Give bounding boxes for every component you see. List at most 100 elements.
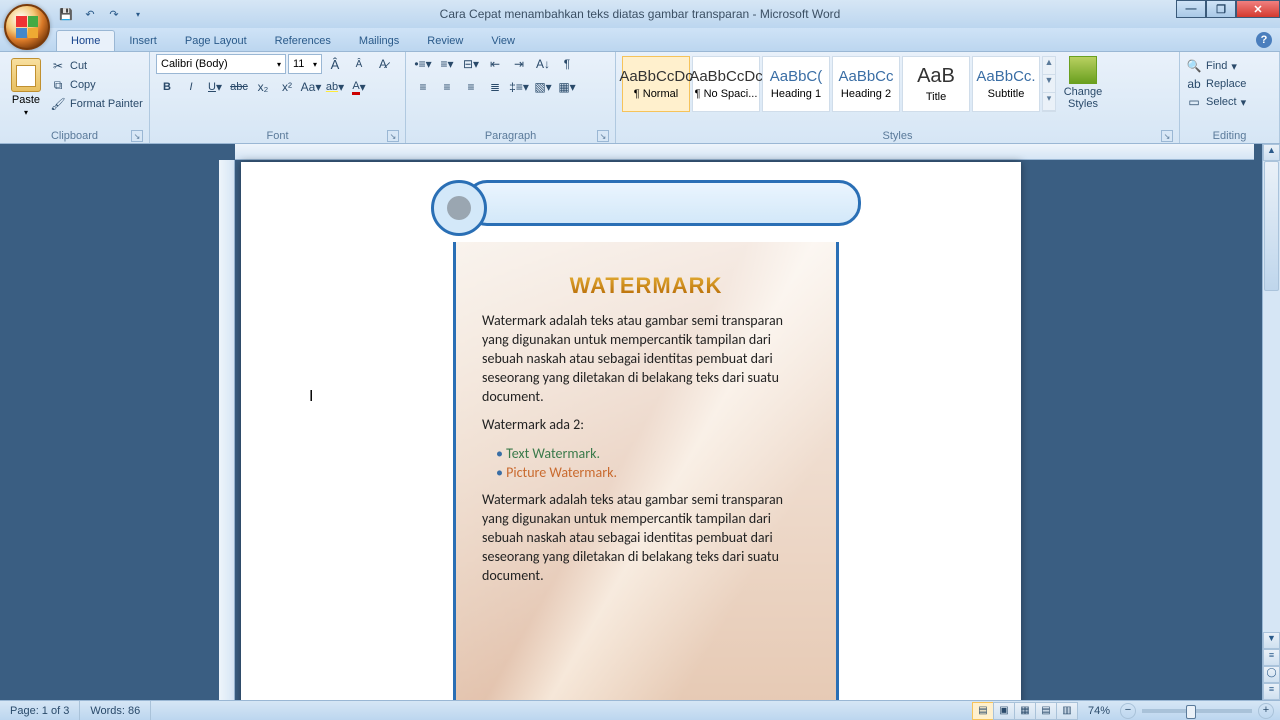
tab-insert[interactable]: Insert	[115, 31, 171, 51]
styles-down-icon[interactable]: ▼	[1043, 75, 1055, 93]
replace-button[interactable]: abReplace	[1186, 76, 1273, 92]
tab-references[interactable]: References	[261, 31, 345, 51]
office-button[interactable]	[4, 4, 50, 50]
view-draft[interactable]: ▥	[1056, 702, 1078, 720]
styles-scroll[interactable]: ▲▼▾	[1042, 56, 1056, 112]
bullets-button[interactable]: •≡▾	[412, 54, 434, 74]
tab-page-layout[interactable]: Page Layout	[171, 31, 261, 51]
style-no-spacing[interactable]: AaBbCcDc¶ No Spaci...	[692, 56, 760, 112]
italic-button[interactable]: I	[180, 77, 202, 97]
prev-page-icon[interactable]: ≡	[1263, 649, 1280, 666]
font-launcher[interactable]: ↘	[387, 130, 399, 142]
paste-icon	[11, 58, 41, 92]
align-left-button[interactable]: ≡	[412, 77, 434, 97]
list-item: Picture Watermark.	[496, 464, 810, 481]
highlight-button[interactable]: ab▾	[324, 77, 346, 97]
undo-icon[interactable]: ↶	[80, 4, 100, 24]
zoom-in-button[interactable]: +	[1258, 703, 1274, 719]
change-styles-button[interactable]: Change Styles	[1058, 56, 1108, 110]
align-right-button[interactable]: ≡	[460, 77, 482, 97]
copy-button[interactable]: ⧉Copy	[50, 77, 143, 93]
scroll-down-icon[interactable]: ▼	[1263, 632, 1280, 649]
sort-button[interactable]: A↓	[532, 54, 554, 74]
tab-mailings[interactable]: Mailings	[345, 31, 413, 51]
close-button[interactable]: ✕	[1236, 0, 1280, 18]
status-page[interactable]: Page: 1 of 3	[0, 701, 80, 720]
zoom-slider[interactable]	[1142, 709, 1252, 713]
bold-button[interactable]: B	[156, 77, 178, 97]
save-icon[interactable]: 💾	[56, 4, 76, 24]
minimize-button[interactable]: ―	[1176, 0, 1206, 18]
view-full-screen[interactable]: ▣	[993, 702, 1015, 720]
style-normal[interactable]: AaBbCcDc¶ Normal	[622, 56, 690, 112]
change-case-button[interactable]: Aa▾	[300, 77, 322, 97]
line-spacing-button[interactable]: ‡≡▾	[508, 77, 530, 97]
style-subtitle[interactable]: AaBbCc.Subtitle	[972, 56, 1040, 112]
document-page[interactable]: I WATERMARK Watermark adalah teks atau g…	[241, 162, 1021, 700]
borders-button[interactable]: ▦▾	[556, 77, 578, 97]
cut-button[interactable]: ✂Cut	[50, 58, 143, 74]
help-icon[interactable]: ?	[1256, 32, 1272, 48]
show-marks-button[interactable]: ¶	[556, 54, 578, 74]
underline-button[interactable]: U▾	[204, 77, 226, 97]
scrollbar-v[interactable]: ▲ ▼ ≡ ◯ ≡	[1262, 144, 1280, 700]
justify-button[interactable]: ≣	[484, 77, 506, 97]
view-outline[interactable]: ▤	[1035, 702, 1057, 720]
tab-review[interactable]: Review	[413, 31, 477, 51]
next-page-icon[interactable]: ≡	[1263, 683, 1280, 700]
qat-more-icon[interactable]: ▾	[128, 4, 148, 24]
view-buttons: ▤ ▣ ▦ ▤ ▥	[973, 702, 1078, 720]
grow-font-button[interactable]: Â	[324, 54, 346, 74]
scroll-thumb[interactable]	[1264, 161, 1279, 291]
tab-home[interactable]: Home	[56, 30, 115, 51]
style-heading-2[interactable]: AaBbCcHeading 2	[832, 56, 900, 112]
outdent-button[interactable]: ⇤	[484, 54, 506, 74]
paste-button[interactable]: Paste ▾	[6, 54, 46, 120]
browse-object-icon[interactable]: ◯	[1263, 666, 1280, 683]
maximize-button[interactable]: ❐	[1206, 0, 1236, 18]
shrink-font-button[interactable]: Â	[348, 54, 370, 74]
list-item: Text Watermark.	[496, 445, 810, 462]
status-bar: Page: 1 of 3 Words: 86 ▤ ▣ ▦ ▤ ▥ 74% − +	[0, 700, 1280, 720]
numbering-button[interactable]: ≡▾	[436, 54, 458, 74]
font-size-select[interactable]: 11▾	[288, 54, 322, 74]
style-title[interactable]: AaBTitle	[902, 56, 970, 112]
style-heading-1[interactable]: AaBbC(Heading 1	[762, 56, 830, 112]
scroll-shape[interactable]: WATERMARK Watermark adalah teks atau gam…	[431, 180, 861, 700]
group-label-font: Font	[266, 130, 288, 142]
zoom-percent[interactable]: 74%	[1078, 701, 1120, 720]
shading-button[interactable]: ▧▾	[532, 77, 554, 97]
font-name-select[interactable]: Calibri (Body)▾	[156, 54, 286, 74]
view-print-layout[interactable]: ▤	[972, 702, 994, 720]
group-label-editing: Editing	[1213, 130, 1247, 142]
align-center-button[interactable]: ≡	[436, 77, 458, 97]
redo-icon[interactable]: ↷	[104, 4, 124, 24]
format-painter-button[interactable]: 🖌Format Painter	[50, 96, 143, 112]
subscript-button[interactable]: x₂	[252, 77, 274, 97]
watermark-heading: WATERMARK	[482, 268, 810, 300]
change-styles-icon	[1069, 56, 1097, 84]
multilevel-button[interactable]: ⊟▾	[460, 54, 482, 74]
superscript-button[interactable]: x²	[276, 77, 298, 97]
font-color-button[interactable]: A▾	[348, 77, 370, 97]
scroll-up-icon[interactable]: ▲	[1263, 144, 1280, 161]
status-words[interactable]: Words: 86	[80, 701, 151, 720]
clipboard-launcher[interactable]: ↘	[131, 130, 143, 142]
zoom-out-button[interactable]: −	[1120, 703, 1136, 719]
ribbon-tabs: Home Insert Page Layout References Maili…	[0, 28, 1280, 52]
indent-button[interactable]: ⇥	[508, 54, 530, 74]
select-button[interactable]: ▭Select ▾	[1186, 94, 1273, 110]
styles-launcher[interactable]: ↘	[1161, 130, 1173, 142]
group-label-paragraph: Paragraph	[485, 130, 536, 142]
doc-paragraph: Watermark adalah teks atau gambar semi t…	[482, 491, 810, 585]
find-button[interactable]: 🔍Find ▾	[1186, 58, 1273, 74]
clear-format-button[interactable]: A̷	[372, 54, 394, 74]
paragraph-launcher[interactable]: ↘	[597, 130, 609, 142]
tab-view[interactable]: View	[477, 31, 529, 51]
strike-button[interactable]: abc	[228, 77, 250, 97]
styles-more-icon[interactable]: ▾	[1043, 93, 1055, 111]
brush-icon: 🖌	[50, 96, 66, 112]
styles-up-icon[interactable]: ▲	[1043, 57, 1055, 75]
view-web[interactable]: ▦	[1014, 702, 1036, 720]
text-cursor: I	[309, 388, 313, 406]
